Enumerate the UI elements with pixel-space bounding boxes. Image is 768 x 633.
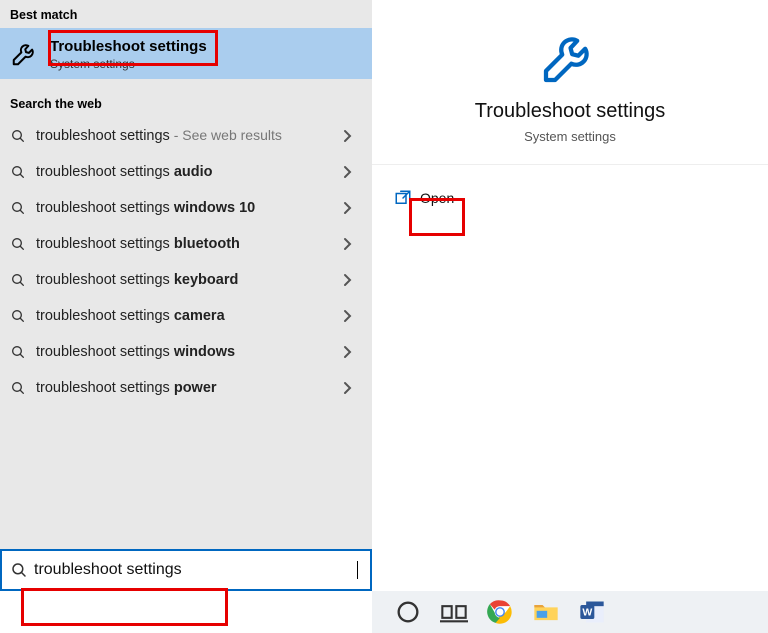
- search-bar-container: [0, 549, 372, 591]
- search-icon: [10, 380, 26, 396]
- open-icon: [394, 189, 412, 207]
- web-result-label: troubleshoot settings windows: [36, 344, 332, 360]
- chevron-right-icon[interactable]: [342, 201, 352, 215]
- web-result-label: troubleshoot settings bluetooth: [36, 236, 332, 252]
- cortana-icon[interactable]: [394, 598, 422, 626]
- web-results-header: Search the web: [0, 89, 372, 117]
- task-view-icon[interactable]: [440, 598, 468, 626]
- chevron-right-icon[interactable]: [342, 309, 352, 323]
- web-result-label: troubleshoot settings audio: [36, 164, 332, 180]
- web-results-list: troubleshoot settings - See web results t…: [0, 117, 372, 406]
- taskbar: W: [372, 591, 768, 633]
- wrench-icon: [10, 38, 40, 68]
- annotation-highlight: [21, 588, 228, 626]
- web-result-item[interactable]: troubleshoot settings - See web results: [0, 117, 372, 154]
- open-label: Open: [420, 190, 454, 206]
- chevron-right-icon[interactable]: [342, 381, 352, 395]
- best-match-result[interactable]: Troubleshoot settings System settings: [0, 28, 372, 79]
- chevron-right-icon[interactable]: [342, 165, 352, 179]
- text-cursor: [357, 561, 358, 579]
- chevron-right-icon[interactable]: [342, 345, 352, 359]
- search-icon: [10, 344, 26, 360]
- chevron-right-icon[interactable]: [342, 273, 352, 287]
- search-input[interactable]: [34, 561, 351, 579]
- search-icon: [10, 308, 26, 324]
- search-icon: [10, 236, 26, 252]
- search-icon: [10, 561, 28, 579]
- search-input-container[interactable]: [0, 549, 372, 591]
- web-result-item[interactable]: troubleshoot settings windows: [0, 334, 372, 370]
- search-results-panel: Best match Troubleshoot settings System …: [0, 0, 372, 591]
- web-result-item[interactable]: troubleshoot settings audio: [0, 154, 372, 190]
- web-result-item[interactable]: troubleshoot settings power: [0, 370, 372, 406]
- best-match-text: Troubleshoot settings System settings: [50, 38, 207, 71]
- web-result-label: troubleshoot settings keyboard: [36, 272, 332, 288]
- search-icon: [10, 272, 26, 288]
- chevron-right-icon[interactable]: [342, 237, 352, 251]
- web-result-label: troubleshoot settings windows 10: [36, 200, 332, 216]
- search-icon: [10, 164, 26, 180]
- best-match-header: Best match: [0, 0, 372, 28]
- svg-text:W: W: [582, 607, 592, 619]
- preview-subtitle: System settings: [524, 129, 616, 144]
- web-result-label: troubleshoot settings power: [36, 380, 332, 396]
- best-match-title: Troubleshoot settings: [50, 38, 207, 55]
- open-action[interactable]: Open: [372, 183, 768, 213]
- web-result-label: troubleshoot settings - See web results: [36, 127, 332, 144]
- file-explorer-icon[interactable]: [532, 598, 560, 626]
- web-result-item[interactable]: troubleshoot settings bluetooth: [0, 226, 372, 262]
- web-result-label: troubleshoot settings camera: [36, 308, 332, 324]
- preview-header: Troubleshoot settings System settings: [372, 0, 768, 165]
- chevron-right-icon[interactable]: [342, 129, 352, 143]
- search-icon: [10, 200, 26, 216]
- best-match-subtitle: System settings: [50, 57, 207, 71]
- preview-title: Troubleshoot settings: [475, 100, 665, 123]
- chrome-icon[interactable]: [486, 598, 514, 626]
- preview-panel: Troubleshoot settings System settings Op…: [372, 0, 768, 591]
- web-result-item[interactable]: troubleshoot settings camera: [0, 298, 372, 334]
- wrench-icon: [538, 24, 602, 88]
- search-icon: [10, 128, 26, 144]
- word-icon[interactable]: W: [578, 598, 606, 626]
- web-result-item[interactable]: troubleshoot settings windows 10: [0, 190, 372, 226]
- web-result-item[interactable]: troubleshoot settings keyboard: [0, 262, 372, 298]
- preview-actions: Open: [372, 165, 768, 213]
